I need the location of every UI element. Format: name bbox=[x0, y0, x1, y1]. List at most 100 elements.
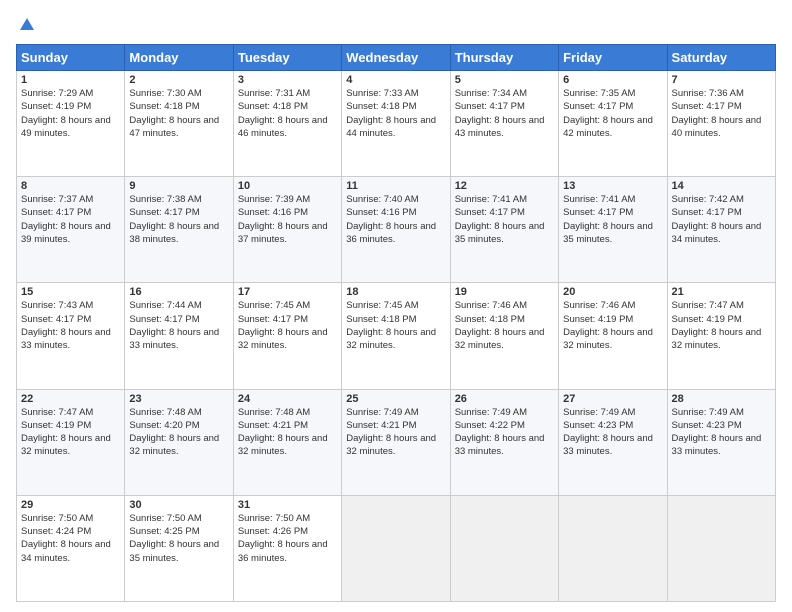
day-info: Sunrise: 7:37 AMSunset: 4:17 PMDaylight:… bbox=[21, 193, 120, 246]
day-info: Sunrise: 7:45 AMSunset: 4:18 PMDaylight:… bbox=[346, 299, 445, 352]
logo-icon bbox=[18, 16, 36, 34]
day-info: Sunrise: 7:49 AMSunset: 4:22 PMDaylight:… bbox=[455, 406, 554, 459]
sunrise-text: Sunrise: 7:47 AM bbox=[672, 300, 744, 311]
daylight-text: Daylight: 8 hours and 47 minutes. bbox=[129, 115, 219, 139]
sunset-text: Sunset: 4:16 PM bbox=[346, 207, 416, 218]
day-info: Sunrise: 7:48 AM Sunset: 4:21 PM Daylight:… bbox=[238, 406, 337, 459]
page: SundayMondayTuesdayWednesdayThursdayFrid… bbox=[0, 0, 792, 612]
calendar-day-cell: 10 Sunrise: 7:39 AM Sunset: 4:16 PM Dayligh… bbox=[233, 177, 341, 283]
daylight-text: Daylight: 8 hours and 43 minutes. bbox=[455, 115, 545, 139]
sunrise-text: Sunrise: 7:39 AM bbox=[238, 194, 310, 205]
sunrise-text: Sunrise: 7:48 AM bbox=[238, 407, 310, 418]
day-info: Sunrise: 7:50 AMSunset: 4:25 PMDaylight:… bbox=[129, 512, 228, 565]
calendar-day-cell bbox=[667, 495, 775, 601]
day-info: Sunrise: 7:33 AMSunset: 4:18 PMDaylight:… bbox=[346, 87, 445, 140]
calendar-week-row: 29Sunrise: 7:50 AMSunset: 4:24 PMDayligh… bbox=[17, 495, 776, 601]
calendar-day-cell: 24Sunrise: 7:48 AMSunset: 4:21 PMDayligh… bbox=[233, 389, 341, 495]
day-number: 5 bbox=[455, 74, 554, 86]
daylight-text: Daylight: 8 hours and 32 minutes. bbox=[21, 433, 111, 457]
sunset-text: Sunset: 4:19 PM bbox=[21, 420, 91, 431]
sunrise-text: Sunrise: 7:41 AM bbox=[455, 194, 527, 205]
calendar-day-cell: 29Sunrise: 7:50 AMSunset: 4:24 PMDayligh… bbox=[17, 495, 125, 601]
day-info: Sunrise: 7:39 AM Sunset: 4:16 PM Daylight:… bbox=[238, 193, 337, 246]
calendar-day-cell bbox=[559, 495, 667, 601]
calendar-day-cell: 13Sunrise: 7:41 AMSunset: 4:17 PMDayligh… bbox=[559, 177, 667, 283]
calendar-day-cell: 8Sunrise: 7:37 AMSunset: 4:17 PMDaylight… bbox=[17, 177, 125, 283]
weekday-header-saturday: Saturday bbox=[667, 45, 775, 71]
calendar-day-cell: 18Sunrise: 7:45 AMSunset: 4:18 PMDayligh… bbox=[342, 283, 450, 389]
daylight-text: Daylight: 8 hours and 32 minutes. bbox=[672, 327, 762, 351]
calendar-table: SundayMondayTuesdayWednesdayThursdayFrid… bbox=[16, 44, 776, 602]
sunrise-text: Sunrise: 7:41 AM bbox=[563, 194, 635, 205]
day-number: 21 bbox=[672, 286, 771, 298]
sunset-text: Sunset: 4:19 PM bbox=[563, 314, 633, 325]
sunset-text: Sunset: 4:17 PM bbox=[238, 314, 308, 325]
calendar-day-cell: 14Sunrise: 7:42 AMSunset: 4:17 PMDayligh… bbox=[667, 177, 775, 283]
day-info: Sunrise: 7:50 AMSunset: 4:24 PMDaylight:… bbox=[21, 512, 120, 565]
sunrise-text: Sunrise: 7:35 AM bbox=[563, 88, 635, 99]
day-info: Sunrise: 7:41 AMSunset: 4:17 PMDaylight:… bbox=[563, 193, 662, 246]
sunset-text: Sunset: 4:22 PM bbox=[455, 420, 525, 431]
calendar-day-cell: 7Sunrise: 7:36 AMSunset: 4:17 PMDaylight… bbox=[667, 71, 775, 177]
day-number: 11 bbox=[346, 180, 445, 192]
calendar-week-row: 8Sunrise: 7:37 AMSunset: 4:17 PMDaylight… bbox=[17, 177, 776, 283]
sunrise-text: Sunrise: 7:50 AM bbox=[21, 513, 93, 524]
daylight-text: Daylight: 8 hours and 32 minutes. bbox=[238, 433, 328, 457]
sunset-text: Sunset: 4:23 PM bbox=[563, 420, 633, 431]
sunrise-text: Sunrise: 7:48 AM bbox=[129, 407, 201, 418]
sunset-text: Sunset: 4:21 PM bbox=[238, 420, 308, 431]
sunset-text: Sunset: 4:18 PM bbox=[129, 101, 199, 112]
day-number: 18 bbox=[346, 286, 445, 298]
daylight-text: Daylight: 8 hours and 35 minutes. bbox=[563, 221, 653, 245]
weekday-header-sunday: Sunday bbox=[17, 45, 125, 71]
daylight-text: Daylight: 8 hours and 33 minutes. bbox=[455, 433, 545, 457]
daylight-text: Daylight: 8 hours and 35 minutes. bbox=[455, 221, 545, 245]
calendar-day-cell: 5Sunrise: 7:34 AMSunset: 4:17 PMDaylight… bbox=[450, 71, 558, 177]
calendar-day-cell: 6Sunrise: 7:35 AMSunset: 4:17 PMDaylight… bbox=[559, 71, 667, 177]
day-number: 12 bbox=[455, 180, 554, 192]
sunset-text: Sunset: 4:17 PM bbox=[21, 207, 91, 218]
daylight-text: Daylight: 8 hours and 37 minutes. bbox=[238, 221, 328, 245]
calendar-day-cell: 23Sunrise: 7:48 AMSunset: 4:20 PMDayligh… bbox=[125, 389, 233, 495]
calendar-day-cell: 12Sunrise: 7:41 AMSunset: 4:17 PMDayligh… bbox=[450, 177, 558, 283]
daylight-text: Daylight: 8 hours and 46 minutes. bbox=[238, 115, 328, 139]
calendar-day-cell: 11Sunrise: 7:40 AMSunset: 4:16 PMDayligh… bbox=[342, 177, 450, 283]
calendar-day-cell: 19Sunrise: 7:46 AMSunset: 4:18 PMDayligh… bbox=[450, 283, 558, 389]
sunrise-text: Sunrise: 7:46 AM bbox=[455, 300, 527, 311]
day-info: Sunrise: 7:46 AMSunset: 4:18 PMDaylight:… bbox=[455, 299, 554, 352]
daylight-text: Daylight: 8 hours and 35 minutes. bbox=[129, 539, 219, 563]
sunrise-text: Sunrise: 7:38 AM bbox=[129, 194, 201, 205]
sunset-text: Sunset: 4:16 PM bbox=[238, 207, 308, 218]
calendar-day-cell: 3Sunrise: 7:31 AMSunset: 4:18 PMDaylight… bbox=[233, 71, 341, 177]
day-info: Sunrise: 7:49 AMSunset: 4:23 PMDaylight:… bbox=[672, 406, 771, 459]
calendar-day-cell bbox=[450, 495, 558, 601]
sunset-text: Sunset: 4:17 PM bbox=[455, 101, 525, 112]
calendar-day-cell: 26Sunrise: 7:49 AMSunset: 4:22 PMDayligh… bbox=[450, 389, 558, 495]
daylight-text: Daylight: 8 hours and 33 minutes. bbox=[672, 433, 762, 457]
daylight-text: Daylight: 8 hours and 33 minutes. bbox=[21, 327, 111, 351]
day-number: 10 bbox=[238, 180, 337, 192]
calendar-day-cell: 9Sunrise: 7:38 AMSunset: 4:17 PMDaylight… bbox=[125, 177, 233, 283]
sunset-text: Sunset: 4:17 PM bbox=[672, 101, 742, 112]
sunrise-text: Sunrise: 7:44 AM bbox=[129, 300, 201, 311]
day-number: 26 bbox=[455, 393, 554, 405]
day-number: 14 bbox=[672, 180, 771, 192]
sunset-text: Sunset: 4:17 PM bbox=[672, 207, 742, 218]
day-number: 19 bbox=[455, 286, 554, 298]
day-info: Sunrise: 7:49 AMSunset: 4:21 PMDaylight:… bbox=[346, 406, 445, 459]
sunset-text: Sunset: 4:18 PM bbox=[238, 101, 308, 112]
daylight-text: Daylight: 8 hours and 32 minutes. bbox=[346, 433, 436, 457]
day-info: Sunrise: 7:35 AMSunset: 4:17 PMDaylight:… bbox=[563, 87, 662, 140]
daylight-text: Daylight: 8 hours and 42 minutes. bbox=[563, 115, 653, 139]
day-number: 4 bbox=[346, 74, 445, 86]
sunset-text: Sunset: 4:23 PM bbox=[672, 420, 742, 431]
daylight-text: Daylight: 8 hours and 32 minutes. bbox=[455, 327, 545, 351]
day-number: 28 bbox=[672, 393, 771, 405]
sunrise-text: Sunrise: 7:49 AM bbox=[563, 407, 635, 418]
calendar-day-cell: 21Sunrise: 7:47 AMSunset: 4:19 PMDayligh… bbox=[667, 283, 775, 389]
daylight-text: Daylight: 8 hours and 39 minutes. bbox=[21, 221, 111, 245]
day-number: 29 bbox=[21, 499, 120, 511]
day-number: 16 bbox=[129, 286, 228, 298]
day-info: Sunrise: 7:45 AMSunset: 4:17 PMDaylight:… bbox=[238, 299, 337, 352]
sunrise-text: Sunrise: 7:29 AM bbox=[21, 88, 93, 99]
